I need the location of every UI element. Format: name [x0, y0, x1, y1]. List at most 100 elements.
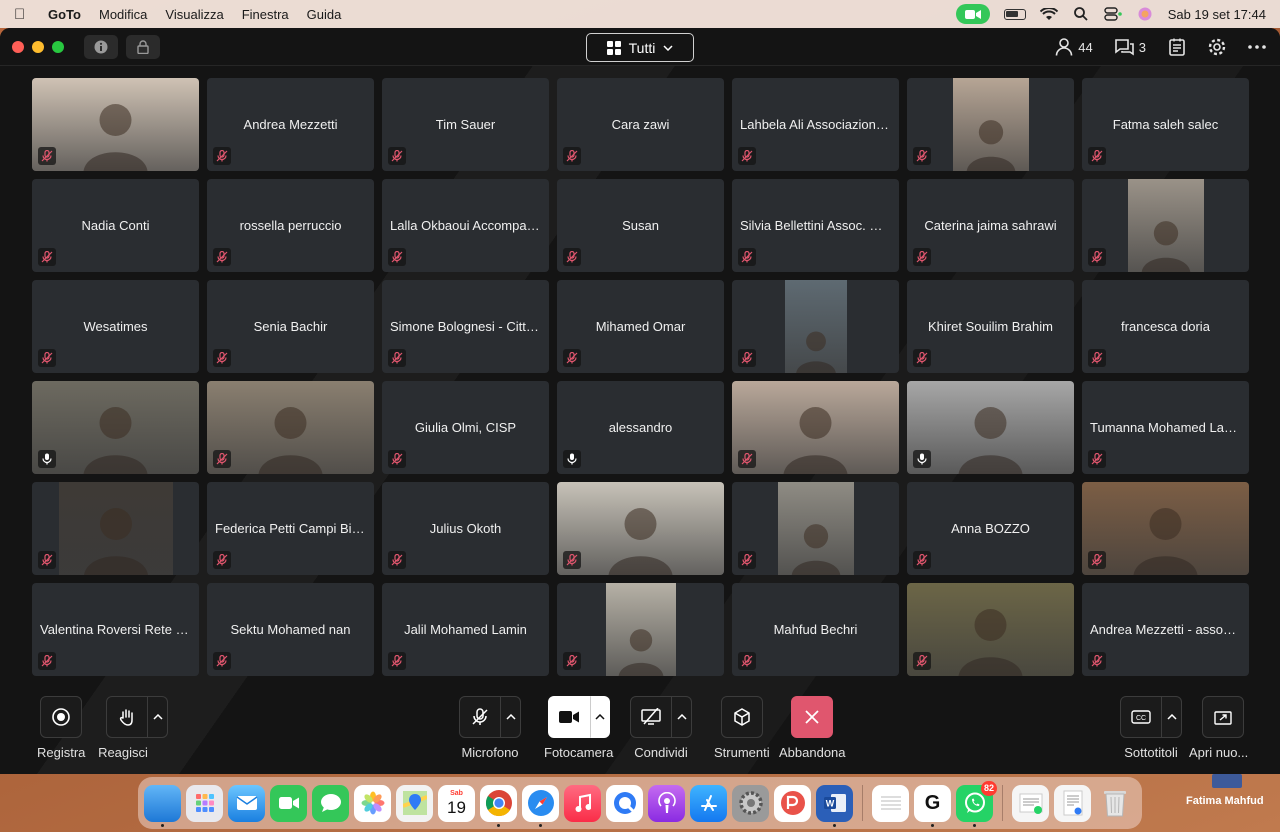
- view-selector[interactable]: Tutti: [586, 33, 694, 62]
- captions-options-button[interactable]: [1162, 696, 1182, 738]
- control-center-icon[interactable]: [1103, 7, 1122, 21]
- participant-tile[interactable]: [732, 381, 899, 474]
- goto-app-icon[interactable]: G: [914, 784, 951, 827]
- open-new-window-button[interactable]: [1201, 696, 1244, 738]
- chrome-icon[interactable]: [480, 784, 517, 827]
- finder-icon[interactable]: [144, 784, 181, 827]
- microphone-button[interactable]: [459, 696, 501, 738]
- fullscreen-window-button[interactable]: [52, 40, 64, 53]
- react-options-button[interactable]: [148, 696, 168, 738]
- participant-tile[interactable]: Caterina jaima sahrawi: [907, 179, 1074, 272]
- system-settings-icon[interactable]: [732, 784, 769, 822]
- participant-tile[interactable]: [907, 78, 1074, 171]
- participant-tile[interactable]: Anna BOZZO: [907, 482, 1074, 575]
- app-store-icon[interactable]: [690, 784, 727, 822]
- participant-tile[interactable]: Nadia Conti: [32, 179, 199, 272]
- participant-tile[interactable]: [907, 381, 1074, 474]
- desktop-folder-thumbnail[interactable]: [1212, 774, 1242, 788]
- settings-button[interactable]: [1208, 38, 1226, 56]
- participant-tile[interactable]: [207, 381, 374, 474]
- participant-tile[interactable]: Wesatimes: [32, 280, 199, 373]
- react-button[interactable]: [106, 696, 148, 738]
- notes-button[interactable]: [1168, 38, 1186, 56]
- participant-tile[interactable]: [732, 280, 899, 373]
- battery-icon[interactable]: [1003, 8, 1026, 20]
- menu-guida[interactable]: Guida: [307, 7, 342, 22]
- maps-icon[interactable]: [396, 784, 433, 822]
- participant-tile[interactable]: Lahbela Ali Associazione...: [732, 78, 899, 171]
- menu-visualizza[interactable]: Visualizza: [165, 7, 223, 22]
- share-screen-button[interactable]: [630, 696, 672, 738]
- minimize-window-button[interactable]: [32, 40, 44, 53]
- menu-app[interactable]: GoTo: [48, 7, 81, 22]
- participant-tile[interactable]: Tumanna Mohamed Lamin: [1082, 381, 1249, 474]
- participant-tile[interactable]: Julius Okoth: [382, 482, 549, 575]
- participant-tile[interactable]: [32, 78, 199, 171]
- recent-document-2-icon[interactable]: [1054, 784, 1091, 822]
- messages-icon[interactable]: [312, 784, 349, 822]
- calendar-icon[interactable]: Sab 19: [438, 784, 475, 822]
- captions-button[interactable]: CC: [1120, 696, 1162, 738]
- participant-tile[interactable]: francesca doria: [1082, 280, 1249, 373]
- menu-finestra[interactable]: Finestra: [242, 7, 289, 22]
- participant-tile[interactable]: [732, 482, 899, 575]
- participant-tile[interactable]: [907, 583, 1074, 676]
- music-icon[interactable]: [564, 784, 601, 822]
- desktop-folder-label[interactable]: Fatima Mahfud: [1186, 795, 1264, 807]
- share-options-button[interactable]: [672, 696, 692, 738]
- participant-tile[interactable]: Andrea Mezzetti - associ...: [1082, 583, 1249, 676]
- mail-icon[interactable]: [228, 784, 265, 822]
- menu-modifica[interactable]: Modifica: [99, 7, 147, 22]
- photos-icon[interactable]: [354, 784, 391, 822]
- participant-tile[interactable]: rossella perruccio: [207, 179, 374, 272]
- participant-tile[interactable]: [1082, 179, 1249, 272]
- menubar-clock[interactable]: Sab 19 set 17:44: [1168, 7, 1266, 22]
- chat-button[interactable]: 3: [1114, 38, 1146, 56]
- participant-tile[interactable]: Cara zawi: [557, 78, 724, 171]
- whatsapp-icon[interactable]: 82: [956, 780, 997, 827]
- close-window-button[interactable]: [12, 40, 24, 53]
- participant-tile[interactable]: [1082, 482, 1249, 575]
- participant-tile[interactable]: [32, 482, 199, 575]
- trash-icon[interactable]: [1096, 785, 1133, 822]
- participant-tile[interactable]: Simone Bolognesi - Città...: [382, 280, 549, 373]
- participant-tile[interactable]: Lalla Okbaoui Accompag...: [382, 179, 549, 272]
- launchpad-icon[interactable]: [186, 784, 223, 822]
- participants-button[interactable]: 44: [1055, 38, 1093, 56]
- podcasts-icon[interactable]: [648, 784, 685, 822]
- participant-tile[interactable]: Mahfud Bechri: [732, 583, 899, 676]
- info-button[interactable]: [84, 34, 118, 59]
- participant-tile[interactable]: alessandro: [557, 381, 724, 474]
- siri-icon[interactable]: [1136, 7, 1154, 21]
- record-button[interactable]: [40, 696, 83, 738]
- participant-tile[interactable]: Sektu Mohamed nan: [207, 583, 374, 676]
- wifi-icon[interactable]: [1039, 7, 1058, 21]
- more-options-button[interactable]: [1248, 45, 1266, 49]
- participant-tile[interactable]: Khiret Souilim Brahim: [907, 280, 1074, 373]
- camera-button[interactable]: [547, 696, 590, 738]
- safari-icon[interactable]: [522, 784, 559, 827]
- participant-tile[interactable]: [557, 482, 724, 575]
- participant-tile[interactable]: [32, 381, 199, 474]
- apple-icon[interactable]: : [14, 6, 34, 23]
- quicktime-icon[interactable]: [606, 784, 643, 822]
- tools-button[interactable]: [720, 696, 763, 738]
- participant-tile[interactable]: Giulia Olmi, CISP: [382, 381, 549, 474]
- recent-document-1-icon[interactable]: [1012, 784, 1049, 822]
- camera-in-use-icon[interactable]: [955, 4, 990, 24]
- participant-tile[interactable]: Susan: [557, 179, 724, 272]
- leave-button[interactable]: [791, 696, 834, 738]
- camera-options-button[interactable]: [589, 696, 610, 738]
- facetime-icon[interactable]: [270, 784, 307, 822]
- participant-tile[interactable]: Mihamed Omar: [557, 280, 724, 373]
- participant-tile[interactable]: Senia Bachir: [207, 280, 374, 373]
- microphone-options-button[interactable]: [501, 696, 521, 738]
- search-icon[interactable]: [1072, 7, 1090, 21]
- participant-tile[interactable]: Andrea Mezzetti: [207, 78, 374, 171]
- participant-tile[interactable]: Fatma saleh salec: [1082, 78, 1249, 171]
- lock-button[interactable]: [126, 34, 160, 59]
- participant-tile[interactable]: Federica Petti Campi Bis...: [207, 482, 374, 575]
- participant-tile[interactable]: Silvia Bellettini Assoc. Ka...: [732, 179, 899, 272]
- participant-tile[interactable]: Jalil Mohamed Lamin: [382, 583, 549, 676]
- participant-tile[interactable]: Valentina Roversi Rete S...: [32, 583, 199, 676]
